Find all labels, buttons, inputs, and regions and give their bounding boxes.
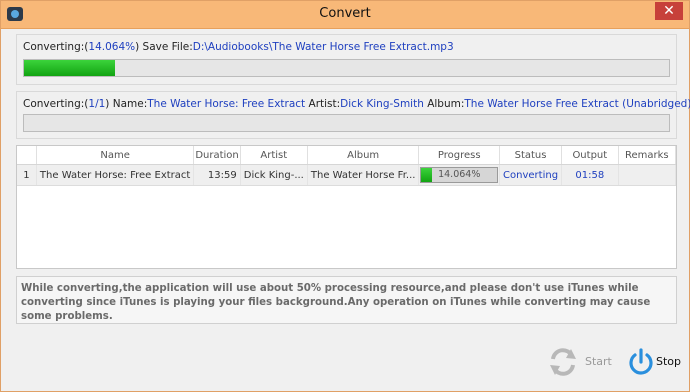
row-remarks <box>618 164 677 186</box>
power-icon <box>629 348 653 375</box>
stop-button-label: Stop <box>656 355 682 368</box>
table-row[interactable]: 1 The Water Horse: Free Extract 13:59 Di… <box>17 164 677 186</box>
column-header-output[interactable]: Output <box>561 146 619 165</box>
file-progress-bar <box>23 59 670 77</box>
row-name: The Water Horse: Free Extract <box>36 164 195 186</box>
save-file-label: ) Save File: <box>135 41 193 53</box>
file-status-line: Converting:(14.064%) Save File:D:\Audiob… <box>23 41 454 53</box>
table-header-row: Name Duration Artist Album Progress Stat… <box>17 146 677 165</box>
column-header-album[interactable]: Album <box>307 146 420 165</box>
column-header-name[interactable]: Name <box>36 146 195 165</box>
overall-progress-bar <box>23 114 670 132</box>
column-header-progress[interactable]: Progress <box>418 146 501 165</box>
artist-label: Artist: <box>305 98 341 110</box>
overall-status-line: Converting:(1/1) Name:The Water Horse: F… <box>23 98 690 110</box>
overall-status-prefix: Converting:( <box>23 98 89 110</box>
window-title: Convert <box>319 6 371 21</box>
warning-note: While converting,the application will us… <box>16 276 677 324</box>
column-header-remarks[interactable]: Remarks <box>618 146 677 165</box>
track-album: The Water Horse Free Extract (Unabridged… <box>464 98 690 110</box>
track-table: Name Duration Artist Album Progress Stat… <box>16 145 677 269</box>
row-album: The Water Horse Fr... <box>307 164 420 186</box>
refresh-icon <box>550 348 576 376</box>
row-output: 01:58 <box>561 164 619 186</box>
track-count: 1/1 <box>88 98 106 110</box>
row-progress-bar: 14.064% <box>420 167 499 183</box>
start-button-label: Start <box>585 355 612 368</box>
file-progress-panel: Converting:(14.064%) Save File:D:\Audiob… <box>16 34 677 85</box>
row-artist: Dick King-... <box>240 164 308 186</box>
title-bar: Convert ✕ <box>1 1 689 29</box>
row-index: 1 <box>17 164 37 186</box>
column-header-duration[interactable]: Duration <box>193 146 241 165</box>
convert-window: Convert ✕ Converting:(14.064%) Save File… <box>0 0 690 392</box>
close-icon[interactable]: ✕ <box>655 2 683 20</box>
file-percent: 14.064% <box>88 41 136 53</box>
album-label: Album: <box>423 98 465 110</box>
row-progress-text: 14.064% <box>438 169 481 180</box>
column-header-status[interactable]: Status <box>499 146 563 165</box>
row-status: Converting <box>499 164 563 186</box>
save-file-path: D:\Audiobooks\The Water Horse Free Extra… <box>192 41 454 53</box>
column-header-artist[interactable]: Artist <box>240 146 308 165</box>
row-duration: 13:59 <box>193 164 241 186</box>
column-header-index[interactable] <box>17 146 37 165</box>
start-button[interactable]: Start <box>547 346 613 378</box>
name-label: ) Name: <box>105 98 148 110</box>
file-progress-fill <box>24 60 115 76</box>
stop-button[interactable]: Stop <box>627 346 683 378</box>
track-name: The Water Horse: Free Extract <box>147 98 306 110</box>
overall-progress-panel: Converting:(1/1) Name:The Water Horse: F… <box>16 91 690 139</box>
row-progress-cell: 14.064% <box>418 164 501 186</box>
track-artist: Dick King-Smith <box>340 98 424 110</box>
file-status-prefix: Converting:( <box>23 41 89 53</box>
